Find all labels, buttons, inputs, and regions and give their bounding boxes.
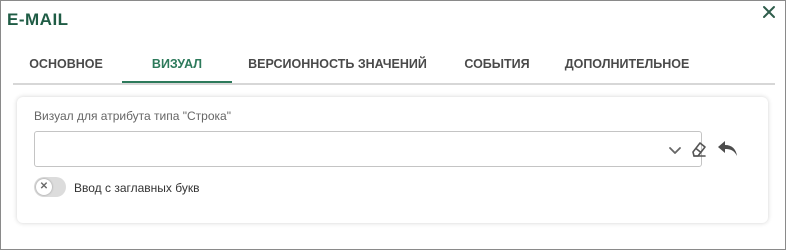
visual-panel: Визуал для атрибута типа "Строка" ✕ Ввод… (17, 97, 768, 223)
x-icon: ✕ (36, 179, 52, 195)
tab-bar: ОСНОВНОЕ ВИЗУАЛ ВЕРСИОННОСТЬ ЗНАЧЕНИЙ СО… (13, 47, 775, 85)
capital-letters-toggle[interactable]: ✕ (34, 177, 66, 197)
undo-icon[interactable] (716, 138, 740, 165)
tab-versionnost-znacheniy[interactable]: ВЕРСИОННОСТЬ ЗНАЧЕНИЙ (242, 47, 433, 81)
dialog-window: E-MAIL ОСНОВНОЕ ВИЗУАЛ ВЕРСИОННОСТЬ ЗНАЧ… (0, 0, 786, 250)
close-icon[interactable] (761, 4, 777, 20)
tab-sobytiya[interactable]: СОБЫТИЯ (453, 47, 541, 81)
visual-select[interactable] (34, 131, 706, 167)
tab-dopolnitelnoe[interactable]: ДОПОЛНИТЕЛЬНОЕ (558, 47, 696, 81)
dialog-title: E-MAIL (7, 10, 69, 29)
visual-field-label: Визуал для атрибута типа "Строка" (34, 109, 231, 123)
capital-letters-toggle-label: Ввод с заглавных букв (74, 181, 200, 195)
tab-osnovnoe[interactable]: ОСНОВНОЕ (19, 47, 113, 81)
eraser-icon[interactable] (688, 139, 708, 164)
tab-vizual[interactable]: ВИЗУАЛ (122, 47, 232, 83)
chevron-down-icon[interactable] (668, 143, 682, 161)
